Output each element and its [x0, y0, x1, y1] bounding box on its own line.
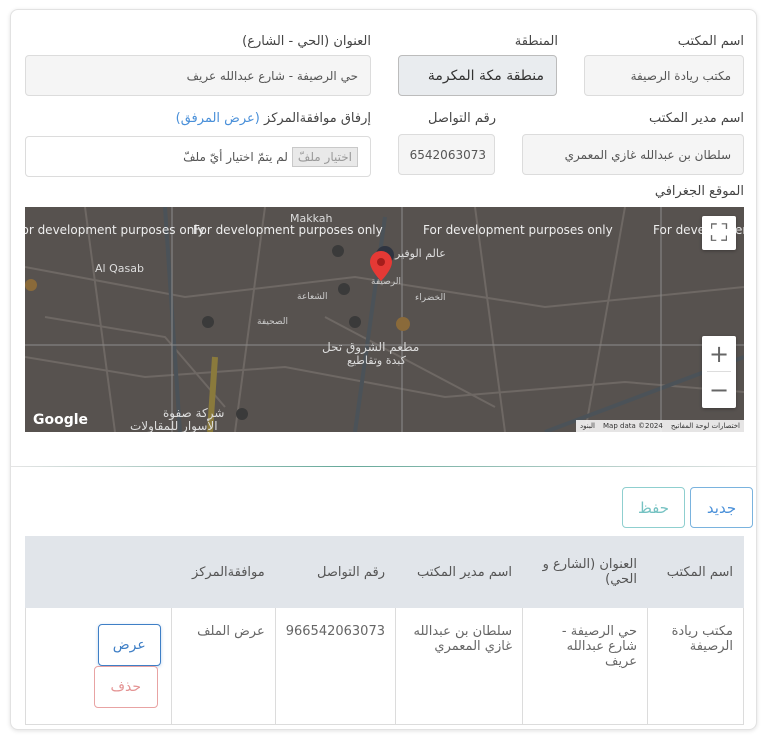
attachment-file-input[interactable]: اختيار ملفّ لم يتمّ اختيار أيّ ملفّ [25, 136, 371, 177]
attachment-label-text: إرفاق موافقةالمركز [264, 111, 371, 126]
cell-address: حي الرصيفة - شارع عبدالله عريف [522, 607, 648, 725]
dev-watermark-1: For development purposes only [25, 223, 205, 237]
zoom-out-icon[interactable]: − [702, 372, 736, 407]
col-address: العنوان (الشارع و الحي) [522, 536, 648, 608]
phone-input[interactable]: 6542063073 [398, 134, 495, 175]
office-name-input[interactable]: مكتب ريادة الرصيفة [584, 55, 744, 96]
manager-label: اسم مدير المكتب [649, 111, 744, 126]
cell-actions: عرض حذف [25, 607, 172, 725]
file-status: لم يتمّ اختيار أيّ ملفّ [183, 149, 288, 164]
map-streets [25, 207, 744, 432]
dev-watermark-2: For development purposes only [193, 223, 383, 237]
fullscreen-icon[interactable]: ⛶ [702, 216, 736, 250]
map-label-restaurant2: كبدة وتقاطيع [347, 354, 406, 367]
map-label-shaakha: الشعاعة [297, 292, 328, 302]
col-phone: رقم التواصل [274, 536, 397, 608]
office-name-label: اسم المكتب [677, 34, 744, 49]
region-label: المنطقة [514, 34, 558, 49]
cell-phone: 966542063073 [274, 607, 397, 725]
map-label-khadra: الخضراء [415, 293, 446, 303]
map-label-restaurant: مطعم الشروق تحل [322, 340, 420, 354]
map-label-alam: عالم الوفير [395, 247, 446, 260]
attachment-label: إرفاق موافقةالمركز (عرض المرفق) [176, 111, 371, 126]
map-label-sahefa: الصحيفة [257, 317, 288, 327]
section-divider [11, 466, 756, 467]
location-pin-icon[interactable] [370, 251, 392, 281]
map-view[interactable]: For development purposes only For develo… [25, 207, 744, 432]
new-button[interactable]: جديد [690, 487, 753, 528]
col-actions [25, 536, 172, 608]
zoom-controls: + − [702, 336, 736, 408]
map-attribution: اختصارات لوحة المفاتيح Map data ©2024 ال… [575, 420, 744, 432]
phone-label: رقم التواصل [428, 111, 496, 126]
manager-input[interactable]: سلطان بن عبدالله غازي المعمري [522, 134, 744, 175]
col-manager: اسم مدير المكتب [395, 536, 523, 608]
map-label-makkah: Makkah [290, 212, 333, 225]
save-button[interactable]: حفظ [622, 487, 685, 528]
table-row: مكتب ريادة الرصيفة حي الرصيفة - شارع عبد… [25, 607, 744, 725]
location-label: الموقع الجغرافي [654, 184, 744, 199]
office-form-card: اسم المكتب مكتب ريادة الرصيفة المنطقة من… [10, 9, 757, 730]
address-input[interactable]: حي الرصيفة - شارع عبدالله عريف [25, 55, 371, 96]
offices-table: اسم المكتب العنوان (الشارع و الحي) اسم م… [25, 536, 744, 725]
choose-file-button[interactable]: اختيار ملفّ [291, 146, 358, 167]
map-data-text: Map data ©2024 [603, 422, 663, 430]
terms-link[interactable]: البنود [580, 422, 595, 430]
cell-manager: سلطان بن عبدالله غازي المعمري [395, 607, 523, 725]
region-select[interactable]: منطقة مكة المكرمة [398, 55, 557, 96]
google-logo: Google [33, 412, 89, 428]
col-office-name: اسم المكتب [647, 536, 744, 608]
table-header-row: اسم المكتب العنوان (الشارع و الحي) اسم م… [25, 536, 744, 608]
map-label-qasab: Al Qasab [95, 262, 144, 275]
view-attachment-link[interactable]: (عرض المرفق) [176, 111, 260, 126]
view-button[interactable]: عرض [97, 624, 161, 666]
map-label-company2: الأسوار للمقاولات [130, 419, 218, 432]
col-approval: موافقةالمركز [170, 536, 276, 608]
keyboard-shortcuts-link[interactable]: اختصارات لوحة المفاتيح [671, 422, 740, 430]
cell-office: مكتب ريادة الرصيفة [647, 607, 744, 725]
address-label: العنوان (الحي - الشارع) [242, 34, 371, 49]
cell-approval[interactable]: عرض الملف [170, 607, 276, 725]
dev-watermark-3: For development purposes only [423, 223, 613, 237]
delete-button[interactable]: حذف [93, 666, 158, 708]
zoom-in-icon[interactable]: + [702, 336, 736, 371]
map-label-company: شركة صفوة [163, 406, 225, 420]
